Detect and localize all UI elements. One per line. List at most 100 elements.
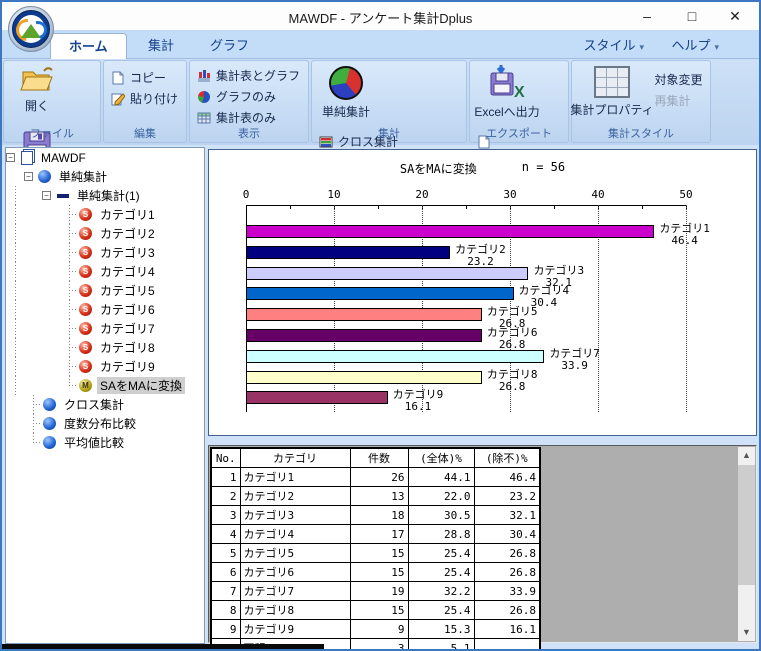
scroll-up-icon[interactable]: ▲ — [738, 447, 755, 464]
style-menu[interactable]: スタイル▾ — [583, 35, 644, 57]
bar[interactable] — [246, 350, 544, 363]
table-cell: カテゴリ5 — [240, 544, 350, 563]
bar[interactable] — [246, 225, 654, 238]
tree-item-label[interactable]: カテゴリ7 — [97, 320, 158, 337]
bar[interactable] — [246, 371, 482, 384]
tree-guide — [6, 357, 24, 376]
tree-item-label[interactable]: カテゴリ4 — [97, 263, 158, 280]
bar[interactable] — [246, 267, 528, 280]
tree-item[interactable]: Sカテゴリ5 — [6, 281, 204, 300]
tree-item-label[interactable]: 度数分布比較 — [61, 415, 139, 432]
minimize-button[interactable]: – — [625, 2, 669, 30]
tree-item[interactable]: Sカテゴリ8 — [6, 338, 204, 357]
table-header: 件数 — [350, 448, 408, 468]
tree-expander-icon[interactable]: − — [6, 153, 15, 162]
change-target-button[interactable]: 対象変更 — [654, 69, 702, 90]
bar[interactable] — [246, 329, 482, 342]
single-answer-icon: S — [78, 359, 93, 374]
tree-item-label[interactable]: カテゴリ2 — [97, 225, 158, 242]
tree-item-label[interactable]: カテゴリ6 — [97, 301, 158, 318]
tree-guide — [6, 186, 24, 205]
ribbon-group-style: 集計プロパティ 対象変更 再集計 集計スタイル — [571, 60, 711, 143]
tree-item[interactable]: 度数分布比較 — [6, 414, 204, 433]
tree-expander-icon[interactable]: − — [24, 172, 33, 181]
table-cell: 30.5 — [408, 506, 474, 525]
tree-item-label[interactable]: 平均値比較 — [61, 434, 127, 451]
tab-shukei[interactable]: 集計 — [130, 33, 192, 59]
bar[interactable] — [246, 391, 388, 404]
tabulation-properties-button[interactable]: 集計プロパティ — [577, 64, 647, 128]
table-row[interactable]: 1カテゴリ12644.146.4 — [211, 468, 540, 487]
tree-item-label[interactable]: 単純集計(1) — [74, 187, 143, 204]
tree-guide — [6, 300, 24, 319]
tree-item[interactable]: Sカテゴリ7 — [6, 319, 204, 338]
node-sphere-icon — [42, 416, 57, 431]
app-logo-icon[interactable] — [8, 6, 54, 52]
close-button[interactable]: ✕ — [713, 2, 757, 30]
tree-item[interactable]: Sカテゴリ3 — [6, 243, 204, 262]
scroll-down-icon[interactable]: ▼ — [738, 624, 755, 641]
tree-item[interactable]: − 単純集計(1) — [6, 186, 204, 205]
help-menu[interactable]: ヘルプ▾ — [671, 35, 719, 57]
bar[interactable] — [246, 287, 514, 300]
table-row[interactable]: 3カテゴリ31830.532.1 — [211, 506, 540, 525]
tree-item-label[interactable]: カテゴリ3 — [97, 244, 158, 261]
tree-item[interactable]: MSAをMAに変換 — [6, 376, 204, 395]
help-menu-label: ヘルプ — [671, 38, 710, 53]
open-button[interactable]: 開く — [9, 64, 65, 128]
table-and-graph-label: 集計表とグラフ — [216, 67, 300, 84]
table-row[interactable]: 8カテゴリ81525.426.8 — [211, 601, 540, 620]
scrollbar-thumb[interactable] — [738, 465, 755, 585]
tab-graph[interactable]: グラフ — [192, 33, 267, 59]
tree-item-label[interactable]: MAWDF — [38, 151, 89, 165]
tree-item[interactable]: 平均値比較 — [6, 433, 204, 452]
simple-tabulation-button[interactable]: 単純集計 — [317, 64, 375, 128]
table-row[interactable]: 4カテゴリ41728.830.4 — [211, 525, 540, 544]
group-caption-tabulate: 集計 — [312, 125, 466, 141]
tree-item[interactable]: Sカテゴリ4 — [6, 262, 204, 281]
tree-item[interactable]: Sカテゴリ1 — [6, 205, 204, 224]
copy-button[interactable]: コピー — [110, 67, 178, 88]
bar-label: カテゴリ733.9 — [549, 348, 600, 372]
tree-item[interactable]: Sカテゴリ6 — [6, 300, 204, 319]
tree-guide — [42, 338, 60, 357]
single-answer-icon: S — [78, 226, 93, 241]
tree-item[interactable]: クロス集計 — [6, 395, 204, 414]
table-cell: 22.0 — [408, 487, 474, 506]
tree-guide — [24, 281, 42, 300]
dash-icon — [55, 188, 70, 203]
tree-item[interactable]: S カテゴリ9 — [6, 357, 204, 376]
tree-item-label[interactable]: 単純集計 — [56, 168, 110, 185]
tree-item-label[interactable]: カテゴリ5 — [97, 282, 158, 299]
tree-expander-icon[interactable]: − — [42, 191, 51, 200]
table-row[interactable]: 7カテゴリ71932.233.9 — [211, 582, 540, 601]
tree-item[interactable]: S カテゴリ2 — [6, 224, 204, 243]
tree-guide — [6, 414, 24, 433]
tree-item[interactable]: − 単純集計 — [6, 167, 204, 186]
bar[interactable] — [246, 308, 482, 321]
tree-item-label[interactable]: カテゴリ9 — [97, 358, 158, 375]
ribbon-group-file: 開く 保存 ファイル — [3, 60, 101, 143]
bar[interactable] — [246, 246, 450, 259]
table-cell: 2 — [211, 487, 240, 506]
table-and-graph-button[interactable]: 集計表とグラフ — [196, 65, 300, 86]
tree-item-label[interactable]: SAをMAに変換 — [97, 377, 185, 394]
tree-item-label[interactable]: カテゴリ1 — [97, 206, 158, 223]
vertical-scrollbar[interactable]: ▲ ▼ — [738, 447, 755, 641]
excel-export-button[interactable]: X Excelへ出力 — [475, 64, 539, 128]
table-row[interactable]: 9カテゴリ9915.316.1 — [211, 620, 540, 639]
tree-connector — [24, 395, 42, 414]
tree-item-label[interactable]: クロス集計 — [61, 396, 127, 413]
tree-item[interactable]: − MAWDF — [6, 148, 204, 167]
table-row[interactable]: 6カテゴリ61525.426.8 — [211, 563, 540, 582]
tree-item-label[interactable]: カテゴリ8 — [97, 339, 158, 356]
table-row[interactable]: 2カテゴリ21322.023.2 — [211, 487, 540, 506]
graph-only-button[interactable]: グラフのみ — [196, 86, 300, 107]
maximize-button[interactable]: □ — [670, 2, 714, 30]
tab-home[interactable]: ホーム — [50, 33, 127, 59]
table-cell: 32.1 — [474, 506, 540, 525]
node-sphere-icon — [42, 435, 57, 450]
table-cell: 33.9 — [474, 582, 540, 601]
paste-button[interactable]: 貼り付け — [110, 88, 178, 109]
table-row[interactable]: 5カテゴリ51525.426.8 — [211, 544, 540, 563]
